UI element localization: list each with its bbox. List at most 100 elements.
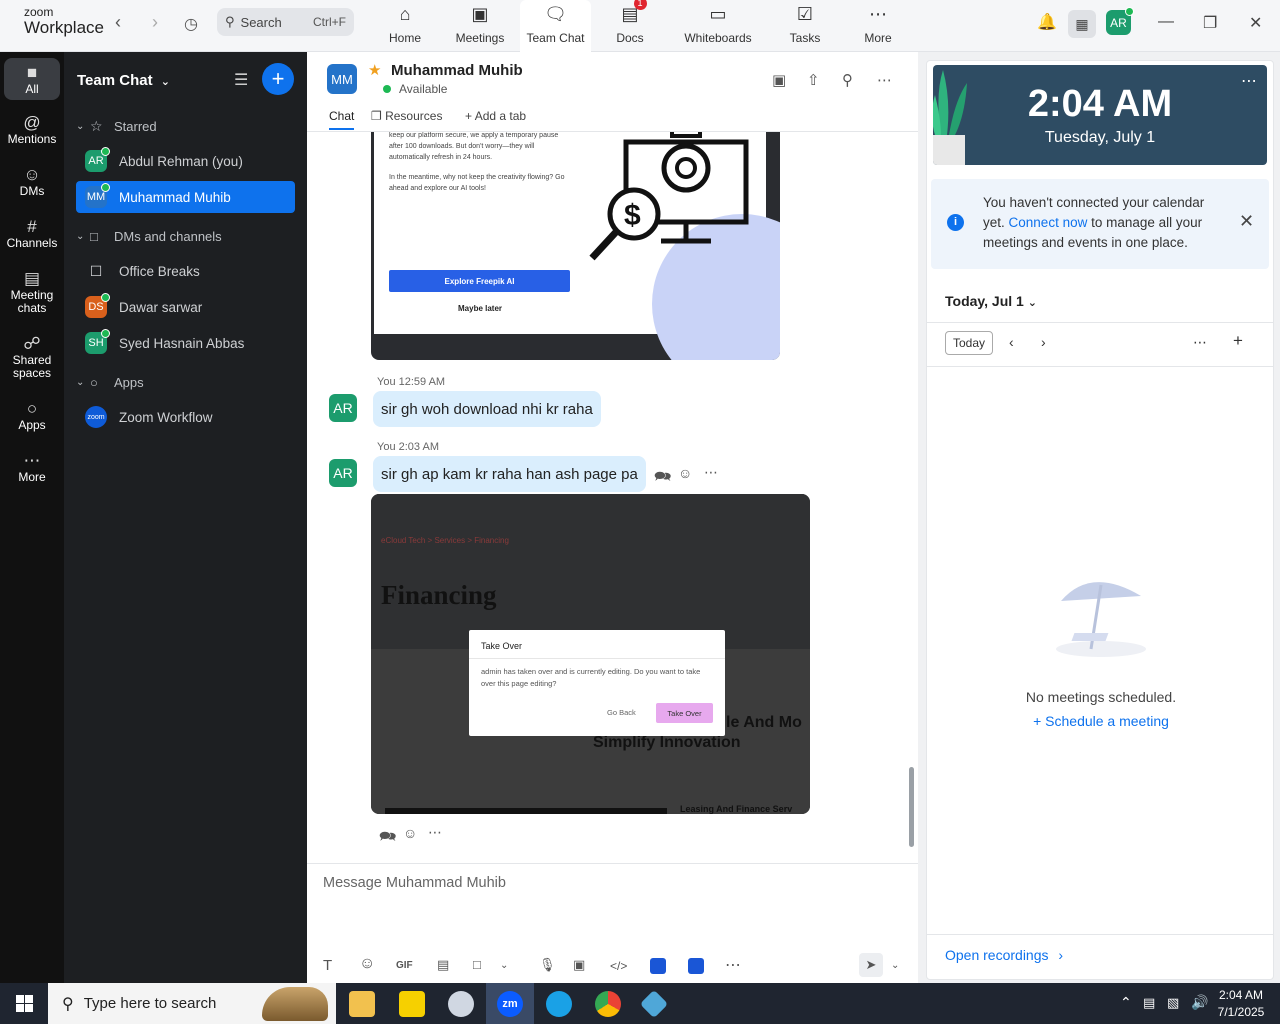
new-chat-button[interactable]: + (262, 63, 294, 95)
schedule-meeting-link[interactable]: + Schedule a meeting (927, 713, 1273, 729)
tab-team-chat[interactable]: 🗨 Team Chat (520, 0, 591, 52)
tab-meetings[interactable]: ▣ Meetings (450, 0, 510, 52)
contact-name[interactable]: Muhammad Muhib (391, 62, 523, 79)
zoom-logo[interactable]: zoom Workplace (24, 6, 104, 36)
chevron-right-icon[interactable]: › (1041, 334, 1046, 350)
video-message-icon[interactable]: ▣ (573, 957, 585, 973)
app-shortcut-icon-2[interactable] (688, 958, 704, 974)
more-actions-icon[interactable]: ⋯ (428, 824, 442, 841)
sidebar-item-office-breaks[interactable]: ☐ Office Breaks (76, 255, 295, 287)
tab-resources[interactable]: ❐ Resources (371, 109, 442, 123)
more-options-icon[interactable]: ⋯ (1193, 334, 1207, 351)
rail-channels[interactable]: # Channels (4, 218, 60, 250)
taskbar-search[interactable]: ⚲ Type here to search (48, 983, 336, 1024)
network-icon[interactable]: ▧ (1167, 995, 1179, 1011)
forward-arrow-icon[interactable]: › (152, 12, 158, 33)
message-composer[interactable]: Message Muhammad Muhib T ☺ GIF ▤ □ ⌄ 🎙 ▣… (307, 863, 918, 983)
connect-now-link[interactable]: Connect now (1009, 215, 1088, 230)
screenshot-attachment-1[interactable]: keep our platform secure, we apply a tem… (371, 132, 780, 360)
message-bubble[interactable]: sir gh woh download nhi kr raha (373, 391, 601, 427)
tab-docs[interactable]: ▤ 1 Docs (608, 0, 652, 52)
more-actions-icon[interactable]: ⋯ (704, 464, 718, 481)
screenshot-icon[interactable]: □ (473, 957, 481, 972)
microphone-icon[interactable]: 🎙 (539, 957, 556, 973)
rail-all[interactable]: ■ All (4, 58, 60, 100)
user-avatar[interactable]: AR (1106, 7, 1134, 35)
more-options-icon[interactable]: ⋯ (877, 71, 892, 89)
send-icon[interactable]: ➤ (859, 953, 883, 977)
emoji-icon[interactable]: ☺ (359, 955, 375, 973)
today-button[interactable]: Today (945, 331, 993, 355)
tab-add[interactable]: + Add a tab (465, 109, 526, 123)
bell-icon[interactable]: 🔔 (1037, 12, 1057, 32)
app-shortcut-icon[interactable] (650, 958, 666, 974)
message-bubble[interactable]: sir gh ap kam kr raha han ash page pa (373, 456, 646, 492)
more-tools-icon[interactable]: ⋯ (725, 955, 741, 975)
share-screen-icon[interactable]: ⇧ (807, 71, 820, 89)
rail-mentions[interactable]: @ Mentions (4, 114, 60, 146)
taskbar-clock[interactable]: 2:04 AM 7/1/2025 (1210, 987, 1272, 1021)
search-box[interactable]: ⚲ Search Ctrl+F (217, 8, 354, 36)
tab-more[interactable]: ⋯ More (860, 0, 896, 52)
volume-icon[interactable]: 🔊 (1191, 994, 1208, 1011)
close-icon[interactable]: ✕ (1239, 211, 1254, 232)
sticky-notes-icon[interactable] (399, 991, 425, 1017)
back-arrow-icon[interactable]: ‹ (115, 12, 121, 33)
minimize-icon[interactable]: — (1158, 13, 1174, 31)
tray-app-icon[interactable]: ▤ (1143, 995, 1155, 1011)
message-list[interactable]: keep our platform secure, we apply a tem… (307, 132, 910, 863)
tab-home[interactable]: ⌂ Home (380, 0, 430, 52)
star-filled-icon[interactable]: ★ (368, 61, 381, 79)
sidebar-item-muhammad-muhib[interactable]: MM Muhammad Muhib (76, 181, 295, 213)
chevron-down-icon[interactable]: ⌄ (500, 960, 508, 971)
rail-more[interactable]: ⋯ More (4, 452, 60, 484)
rail-apps[interactable]: ○ Apps (4, 400, 60, 432)
tab-chat[interactable]: Chat (329, 109, 355, 130)
chevron-down-icon[interactable]: ⌄ (891, 960, 899, 971)
more-options-icon[interactable]: ⋯ (1241, 71, 1257, 91)
history-icon[interactable]: ◷ (184, 14, 198, 34)
video-call-icon[interactable]: ▣ (772, 71, 786, 89)
sidebar-item-abdul-rehman[interactable]: AR Abdul Rehman (you) (76, 145, 295, 177)
composer-placeholder[interactable]: Message Muhammad Muhib (323, 875, 506, 891)
rail-meeting-chats[interactable]: ▤ Meeting chats (4, 270, 60, 315)
code-snippet-icon[interactable]: </> (610, 959, 627, 973)
text-format-icon[interactable]: T (323, 957, 332, 974)
edge-icon[interactable] (546, 991, 572, 1017)
emoji-reaction-icon[interactable]: ☺ (403, 825, 417, 841)
sidebar-title[interactable]: Team Chat ⌄ (77, 72, 170, 89)
search-chat-icon[interactable]: ⚲ (842, 71, 853, 89)
calendar-panel-icon[interactable]: ▦ (1068, 10, 1096, 38)
restore-icon[interactable]: ❐ (1203, 13, 1217, 33)
file-explorer-icon[interactable] (349, 991, 375, 1017)
section-starred[interactable]: ⌄ ☆ Starred (76, 110, 295, 142)
rail-shared-spaces[interactable]: ☍ Shared spaces (4, 335, 60, 380)
filter-icon[interactable]: ☰ (234, 70, 248, 90)
file-icon[interactable]: ▤ (437, 957, 449, 973)
tray-chevron-icon[interactable]: ⌃ (1120, 994, 1132, 1011)
today-heading[interactable]: Today, Jul 1 ⌄ (945, 293, 1037, 309)
screenshot-attachment-2[interactable]: eCloud Tech > Services > Financing Finan… (371, 494, 810, 814)
open-recordings-link[interactable]: Open recordings › (945, 947, 1063, 963)
tab-tasks[interactable]: ☑ Tasks (785, 0, 825, 52)
chevron-left-icon[interactable]: ‹ (1009, 334, 1014, 350)
add-event-icon[interactable]: + (1233, 331, 1243, 351)
emoji-reaction-icon[interactable]: ☺ (678, 465, 692, 481)
tab-whiteboards[interactable]: ▭ Whiteboards (680, 0, 756, 52)
rail-dms[interactable]: ☺ DMs (4, 166, 60, 198)
gif-icon[interactable]: GIF (396, 960, 413, 971)
sidebar-item-zoom-workflow[interactable]: zoom Zoom Workflow (76, 401, 295, 433)
close-icon[interactable]: ✕ (1249, 13, 1262, 33)
sidebar-item-syed-hasnain[interactable]: SH Syed Hasnain Abbas (76, 327, 295, 359)
contact-avatar[interactable]: MM (327, 64, 357, 94)
reply-icon[interactable]: 🗪 (654, 466, 671, 490)
windows-start-icon[interactable] (16, 995, 33, 1012)
avatar[interactable]: AR (329, 459, 357, 487)
section-apps[interactable]: ⌄ ○ Apps (76, 366, 295, 398)
app-icon[interactable] (448, 991, 474, 1017)
chrome-icon[interactable] (595, 991, 621, 1017)
scrollbar-thumb[interactable] (909, 767, 914, 847)
avatar[interactable]: AR (329, 394, 357, 422)
sidebar-item-dawar-sarwar[interactable]: DS Dawar sarwar (76, 291, 295, 323)
section-dms-channels[interactable]: ⌄ □ DMs and channels (76, 220, 295, 252)
